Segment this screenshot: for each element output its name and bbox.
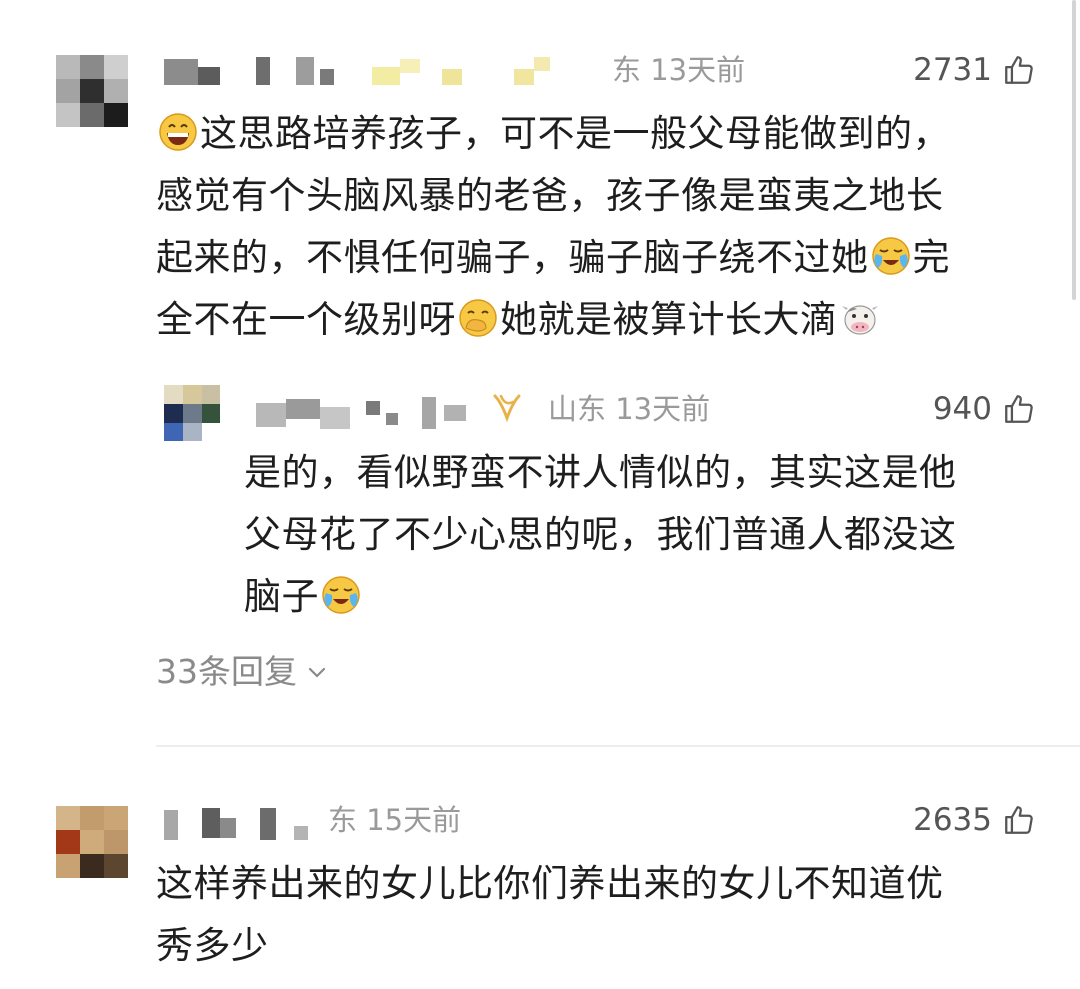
avatar[interactable] (164, 385, 220, 441)
thumbs-up-icon (1005, 56, 1033, 84)
replies-count-label: 33条回复 (156, 652, 297, 691)
comment-text: 这思路培养孩子，可不是一般父母能做到的， 感觉有个头脑风暴的老爸，孩子像是蛮夷之… (156, 112, 950, 341)
location-time: 山东 13天前 (548, 392, 711, 426)
grinning-emoji (159, 113, 197, 151)
avatar[interactable] (56, 55, 128, 127)
expand-replies-button[interactable]: 33条回复 (156, 652, 329, 692)
like-count: 940 (932, 391, 992, 427)
crying-emoji (322, 576, 360, 614)
hand-over-mouth-emoji (459, 299, 497, 337)
thumbs-up-icon (1005, 395, 1033, 423)
like-button[interactable]: 2635 (913, 800, 1036, 840)
like-count: 2635 (913, 802, 992, 838)
cow-emoji (841, 305, 878, 335)
like-button[interactable]: 2731 (913, 50, 1036, 90)
scrollbar[interactable] (1072, 0, 1076, 300)
like-button[interactable]: 940 (933, 389, 1036, 429)
divider (156, 745, 1080, 747)
crying-emoji (871, 237, 910, 275)
location-time: 东 13天前 (612, 53, 746, 87)
location-time: 东 15天前 (328, 803, 462, 837)
chevron-down-icon (308, 667, 326, 678)
username-blurred[interactable] (164, 806, 324, 840)
username-blurred[interactable] (256, 395, 486, 429)
reply-text: 是的，看似野蛮不讲人情似的，其实这是他 父母花了不少心思的呢，我们普通人都没这 … (244, 451, 957, 618)
avatar[interactable] (56, 806, 128, 878)
like-count: 2731 (913, 52, 992, 88)
vip-badge-icon (493, 394, 521, 423)
comment-text: 这样养出来的女儿比你们养出来的女儿不知道优 秀多少 (156, 862, 944, 967)
thumbs-up-icon (1005, 806, 1033, 834)
username-blurred[interactable] (164, 55, 564, 87)
